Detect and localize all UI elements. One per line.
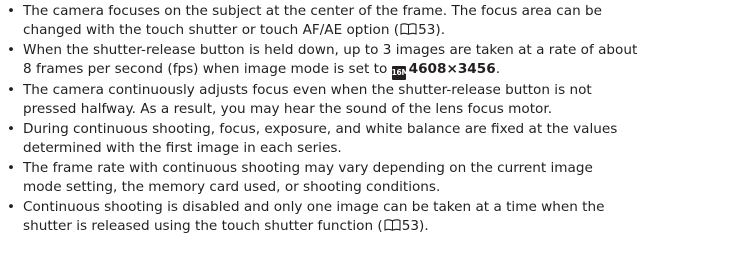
list-item: • The frame rate with continuous shootin… [7,159,729,198]
item-text: . [495,61,501,78]
item-text-line: The frame rate with continuous shooting … [23,160,593,177]
item-text: ). [419,218,429,235]
bullet-marker: • [7,81,16,98]
item-text-line: Continuous shooting is disabled and only… [23,199,605,216]
list-item: • When the shutter-release button is hel… [7,41,729,81]
list-item: • The camera focuses on the subject at t… [7,2,729,41]
item-text: 8 frames per second (fps) when image mod… [23,61,392,78]
item-text-line: 8 frames per second (fps) when image mod… [23,60,729,81]
bullet-marker: • [7,160,16,177]
bullet-list: • The camera focuses on the subject at t… [7,2,729,237]
item-text: changed with the touch shutter or touch … [23,22,400,39]
list-item: • During continuous shooting, focus, exp… [7,120,729,159]
bullet-marker: • [7,42,16,59]
item-text-line: changed with the touch shutter or touch … [23,21,729,40]
page-reference-link[interactable]: 53 [402,218,419,234]
item-text-line: The camera continuously adjusts focus ev… [23,81,592,98]
item-text-line: The camera focuses on the subject at the… [23,3,603,19]
item-text-line: During continuous shooting, focus, expos… [23,120,618,137]
item-text-line: When the shutter-release button is held … [23,42,638,59]
item-text-line: mode setting, the memory card used, or s… [23,179,441,196]
page-reference-link[interactable]: 53 [418,22,435,38]
item-text: shutter is released using the touch shut… [23,218,383,235]
image-mode-16m-icon: 16M [391,66,409,81]
item-text: ). [435,22,446,39]
item-text-line: determined with the first image in each … [23,140,342,157]
list-item: • The camera continuously adjusts focus … [7,81,729,120]
bullet-marker: • [7,3,16,19]
list-item: • Continuous shooting is disabled and on… [7,198,729,237]
bullet-marker: • [7,199,16,216]
image-mode-value: 4608×3456 [408,61,496,78]
item-text-line: shutter is released using the touch shut… [23,217,729,236]
bullet-marker: • [7,120,16,137]
page-reference-icon[interactable] [400,23,417,36]
item-text-line: pressed halfway. As a result, you may he… [23,101,553,118]
page-reference-icon[interactable] [384,219,401,232]
page: • The camera focuses on the subject at t… [0,0,729,273]
